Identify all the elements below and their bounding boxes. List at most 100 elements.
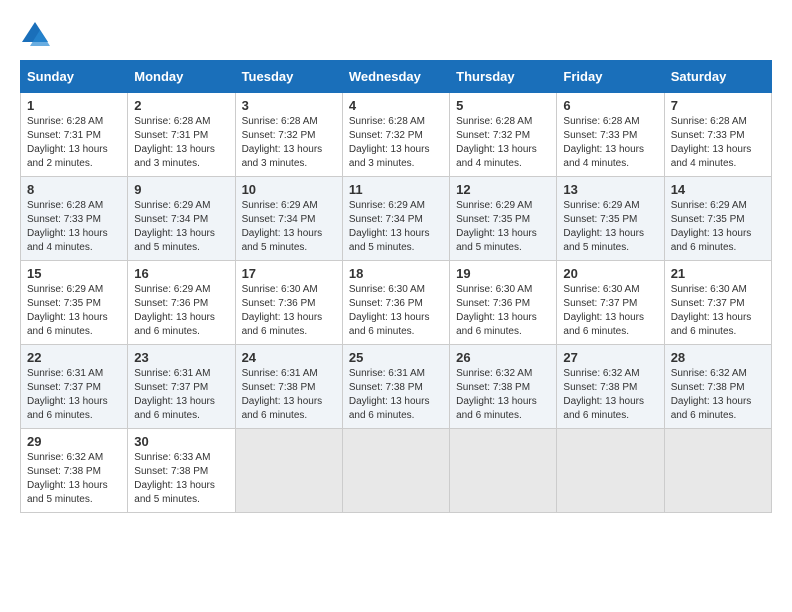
day-info: Sunrise: 6:32 AM Sunset: 7:38 PM Dayligh… — [27, 451, 121, 507]
day-cell-3: 3 Sunrise: 6:28 AM Sunset: 7:32 PM Dayli… — [235, 93, 342, 177]
sunset-label: Sunset: 7:34 PM — [134, 214, 208, 225]
day-info: Sunrise: 6:31 AM Sunset: 7:37 PM Dayligh… — [27, 367, 121, 423]
day-cell-24: 24 Sunrise: 6:31 AM Sunset: 7:38 PM Dayl… — [235, 345, 342, 429]
day-info: Sunrise: 6:31 AM Sunset: 7:38 PM Dayligh… — [349, 367, 443, 423]
empty-cell — [342, 429, 449, 513]
day-number: 9 — [134, 182, 228, 197]
day-info: Sunrise: 6:28 AM Sunset: 7:33 PM Dayligh… — [563, 115, 657, 171]
sunrise-label: Sunrise: 6:28 AM — [563, 116, 639, 127]
daylight-label: Daylight: 13 hours and 6 minutes. — [671, 228, 752, 253]
day-cell-2: 2 Sunrise: 6:28 AM Sunset: 7:31 PM Dayli… — [128, 93, 235, 177]
sunset-label: Sunset: 7:38 PM — [563, 382, 637, 393]
day-number: 17 — [242, 266, 336, 281]
header — [20, 20, 772, 50]
day-cell-10: 10 Sunrise: 6:29 AM Sunset: 7:34 PM Dayl… — [235, 177, 342, 261]
daylight-label: Daylight: 13 hours and 3 minutes. — [242, 144, 323, 169]
sunset-label: Sunset: 7:31 PM — [134, 130, 208, 141]
day-number: 13 — [563, 182, 657, 197]
day-number: 21 — [671, 266, 765, 281]
day-info: Sunrise: 6:28 AM Sunset: 7:31 PM Dayligh… — [27, 115, 121, 171]
day-number: 14 — [671, 182, 765, 197]
day-info: Sunrise: 6:32 AM Sunset: 7:38 PM Dayligh… — [671, 367, 765, 423]
sunset-label: Sunset: 7:35 PM — [456, 214, 530, 225]
sunset-label: Sunset: 7:37 PM — [671, 298, 745, 309]
day-number: 8 — [27, 182, 121, 197]
day-number: 3 — [242, 98, 336, 113]
day-number: 30 — [134, 434, 228, 449]
empty-cell — [235, 429, 342, 513]
day-info: Sunrise: 6:31 AM Sunset: 7:37 PM Dayligh… — [134, 367, 228, 423]
sunrise-label: Sunrise: 6:31 AM — [27, 368, 103, 379]
daylight-label: Daylight: 13 hours and 6 minutes. — [671, 396, 752, 421]
sunrise-label: Sunrise: 6:28 AM — [671, 116, 747, 127]
header-day-saturday: Saturday — [664, 61, 771, 93]
sunrise-label: Sunrise: 6:30 AM — [349, 284, 425, 295]
sunrise-label: Sunrise: 6:30 AM — [671, 284, 747, 295]
day-info: Sunrise: 6:31 AM Sunset: 7:38 PM Dayligh… — [242, 367, 336, 423]
day-cell-15: 15 Sunrise: 6:29 AM Sunset: 7:35 PM Dayl… — [21, 261, 128, 345]
sunset-label: Sunset: 7:34 PM — [349, 214, 423, 225]
sunrise-label: Sunrise: 6:28 AM — [242, 116, 318, 127]
day-cell-8: 8 Sunrise: 6:28 AM Sunset: 7:33 PM Dayli… — [21, 177, 128, 261]
sunrise-label: Sunrise: 6:32 AM — [27, 452, 103, 463]
sunrise-label: Sunrise: 6:28 AM — [349, 116, 425, 127]
day-number: 29 — [27, 434, 121, 449]
sunrise-label: Sunrise: 6:29 AM — [134, 284, 210, 295]
sunset-label: Sunset: 7:35 PM — [563, 214, 637, 225]
daylight-label: Daylight: 13 hours and 5 minutes. — [456, 228, 537, 253]
day-cell-7: 7 Sunrise: 6:28 AM Sunset: 7:33 PM Dayli… — [664, 93, 771, 177]
logo-icon — [20, 20, 50, 50]
day-info: Sunrise: 6:28 AM Sunset: 7:32 PM Dayligh… — [242, 115, 336, 171]
daylight-label: Daylight: 13 hours and 6 minutes. — [134, 312, 215, 337]
daylight-label: Daylight: 13 hours and 5 minutes. — [134, 228, 215, 253]
header-row: SundayMondayTuesdayWednesdayThursdayFrid… — [21, 61, 772, 93]
day-number: 12 — [456, 182, 550, 197]
daylight-label: Daylight: 13 hours and 6 minutes. — [349, 396, 430, 421]
day-info: Sunrise: 6:29 AM Sunset: 7:35 PM Dayligh… — [671, 199, 765, 255]
week-row-5: 29 Sunrise: 6:32 AM Sunset: 7:38 PM Dayl… — [21, 429, 772, 513]
day-cell-11: 11 Sunrise: 6:29 AM Sunset: 7:34 PM Dayl… — [342, 177, 449, 261]
sunset-label: Sunset: 7:36 PM — [349, 298, 423, 309]
sunrise-label: Sunrise: 6:30 AM — [563, 284, 639, 295]
day-cell-29: 29 Sunrise: 6:32 AM Sunset: 7:38 PM Dayl… — [21, 429, 128, 513]
sunrise-label: Sunrise: 6:29 AM — [456, 200, 532, 211]
sunrise-label: Sunrise: 6:28 AM — [27, 200, 103, 211]
daylight-label: Daylight: 13 hours and 6 minutes. — [242, 396, 323, 421]
day-number: 10 — [242, 182, 336, 197]
day-cell-13: 13 Sunrise: 6:29 AM Sunset: 7:35 PM Dayl… — [557, 177, 664, 261]
sunrise-label: Sunrise: 6:30 AM — [456, 284, 532, 295]
day-cell-4: 4 Sunrise: 6:28 AM Sunset: 7:32 PM Dayli… — [342, 93, 449, 177]
day-cell-19: 19 Sunrise: 6:30 AM Sunset: 7:36 PM Dayl… — [450, 261, 557, 345]
daylight-label: Daylight: 13 hours and 3 minutes. — [134, 144, 215, 169]
week-row-4: 22 Sunrise: 6:31 AM Sunset: 7:37 PM Dayl… — [21, 345, 772, 429]
day-cell-23: 23 Sunrise: 6:31 AM Sunset: 7:37 PM Dayl… — [128, 345, 235, 429]
day-number: 2 — [134, 98, 228, 113]
daylight-label: Daylight: 13 hours and 6 minutes. — [134, 396, 215, 421]
daylight-label: Daylight: 13 hours and 6 minutes. — [27, 312, 108, 337]
sunrise-label: Sunrise: 6:29 AM — [27, 284, 103, 295]
day-info: Sunrise: 6:28 AM Sunset: 7:32 PM Dayligh… — [456, 115, 550, 171]
header-day-wednesday: Wednesday — [342, 61, 449, 93]
day-info: Sunrise: 6:29 AM Sunset: 7:35 PM Dayligh… — [456, 199, 550, 255]
sunrise-label: Sunrise: 6:32 AM — [671, 368, 747, 379]
daylight-label: Daylight: 13 hours and 5 minutes. — [563, 228, 644, 253]
sunset-label: Sunset: 7:38 PM — [27, 466, 101, 477]
day-info: Sunrise: 6:29 AM Sunset: 7:35 PM Dayligh… — [563, 199, 657, 255]
day-cell-16: 16 Sunrise: 6:29 AM Sunset: 7:36 PM Dayl… — [128, 261, 235, 345]
sunrise-label: Sunrise: 6:29 AM — [563, 200, 639, 211]
daylight-label: Daylight: 13 hours and 6 minutes. — [349, 312, 430, 337]
daylight-label: Daylight: 13 hours and 6 minutes. — [563, 312, 644, 337]
sunrise-label: Sunrise: 6:28 AM — [27, 116, 103, 127]
sunrise-label: Sunrise: 6:32 AM — [456, 368, 532, 379]
day-info: Sunrise: 6:29 AM Sunset: 7:34 PM Dayligh… — [349, 199, 443, 255]
daylight-label: Daylight: 13 hours and 5 minutes. — [134, 480, 215, 505]
day-cell-25: 25 Sunrise: 6:31 AM Sunset: 7:38 PM Dayl… — [342, 345, 449, 429]
day-cell-30: 30 Sunrise: 6:33 AM Sunset: 7:38 PM Dayl… — [128, 429, 235, 513]
sunset-label: Sunset: 7:38 PM — [134, 466, 208, 477]
sunrise-label: Sunrise: 6:30 AM — [242, 284, 318, 295]
sunrise-label: Sunrise: 6:29 AM — [349, 200, 425, 211]
sunset-label: Sunset: 7:31 PM — [27, 130, 101, 141]
sunset-label: Sunset: 7:36 PM — [134, 298, 208, 309]
daylight-label: Daylight: 13 hours and 6 minutes. — [242, 312, 323, 337]
daylight-label: Daylight: 13 hours and 5 minutes. — [27, 480, 108, 505]
